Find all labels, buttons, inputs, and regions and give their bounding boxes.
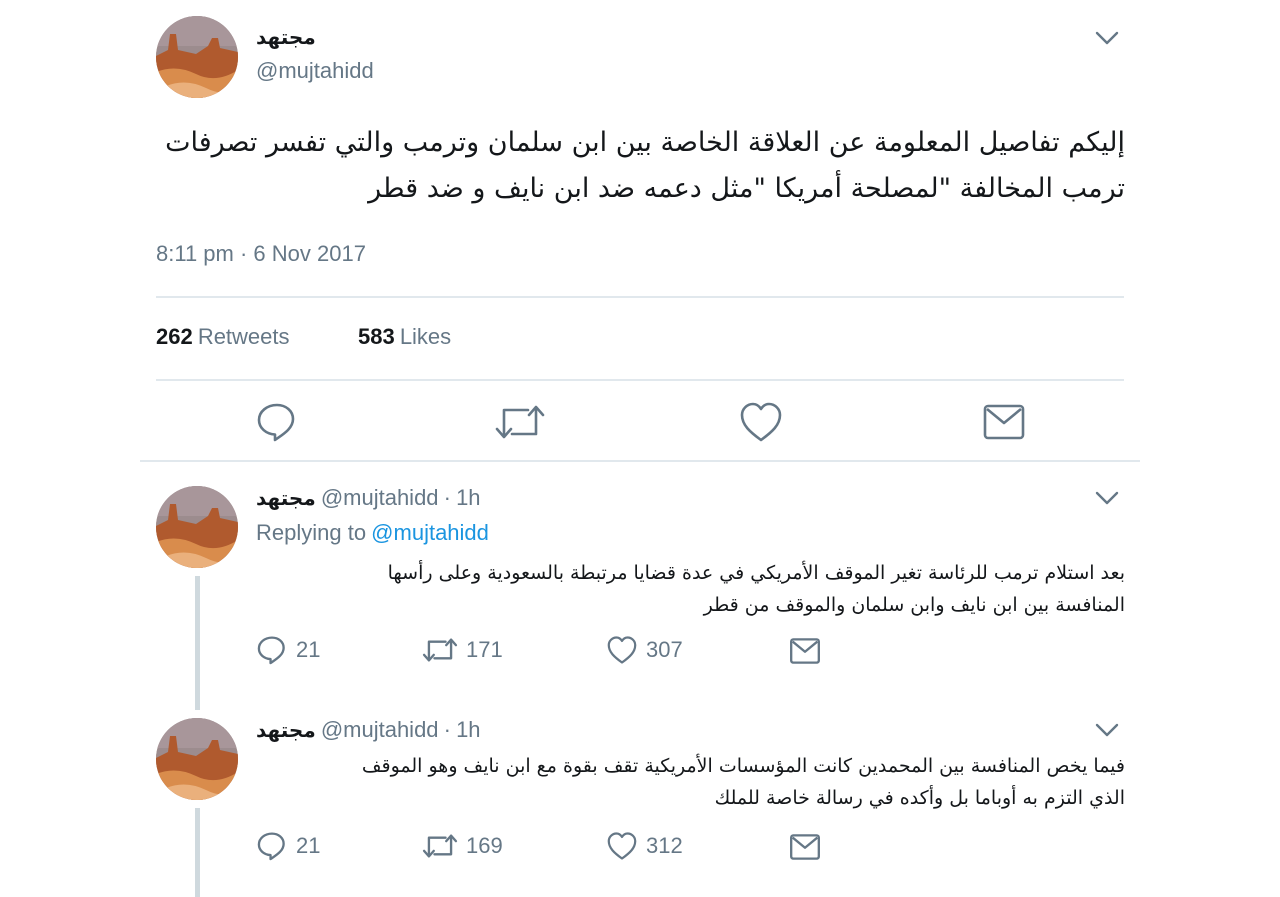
reply-action[interactable]: 21 — [256, 830, 320, 862]
reply-icon — [257, 636, 285, 665]
retweets-count: 262 — [156, 324, 193, 349]
reply-text: بعد استلام ترمب للرئاسة تغير الموقف الأم… — [250, 557, 1125, 621]
retweet-icon — [422, 638, 458, 662]
replying-to: Replying to @mujtahidd — [256, 520, 489, 546]
author-name[interactable]: مجتهد — [256, 718, 316, 742]
retweet-action[interactable]: 169 — [422, 830, 503, 862]
reply-text-line: فيما يخص المنافسة بين المحمدين كانت المؤ… — [361, 755, 1125, 777]
author-handle[interactable]: @mujtahidd — [321, 717, 439, 742]
author-handle[interactable]: @mujtahidd — [321, 485, 439, 510]
like-action[interactable]: 307 — [606, 634, 683, 666]
divider — [140, 460, 1140, 462]
retweet-action[interactable]: 171 — [422, 634, 503, 666]
reply-icon — [257, 832, 285, 861]
reply-count: 21 — [296, 637, 321, 662]
avatar[interactable] — [156, 16, 238, 98]
thread-line — [195, 808, 200, 897]
reply-time[interactable]: 1h — [456, 485, 480, 510]
like-count: 312 — [646, 833, 683, 858]
avatar[interactable] — [156, 718, 238, 800]
retweet-count: 169 — [466, 833, 503, 858]
retweet-icon — [422, 834, 458, 858]
reply-header: مجتهد @mujtahidd · 1h — [256, 717, 481, 743]
reply-count: 21 — [296, 833, 321, 858]
like-icon — [607, 636, 637, 664]
tweet-timestamp[interactable]: 8:11 pm · 6 Nov 2017 — [156, 241, 366, 267]
author-name[interactable]: مجتهد — [256, 25, 316, 49]
replying-to-prefix: Replying to — [256, 520, 367, 545]
reply-icon[interactable] — [255, 400, 299, 444]
replying-to-handle[interactable]: @mujtahidd — [371, 520, 489, 545]
retweets-label: Retweets — [197, 324, 290, 349]
dm-icon[interactable] — [982, 402, 1026, 442]
reply-text-line: بعد استلام ترمب للرئاسة تغير الموقف الأم… — [387, 562, 1125, 584]
reply-time[interactable]: 1h — [456, 717, 480, 742]
separator-dot: · — [443, 485, 451, 510]
divider — [156, 296, 1124, 298]
tweet-text-line: ترمب المخالفة "لمصلحة أمريكا "مثل دعمه ض… — [368, 173, 1125, 204]
like-icon — [607, 832, 637, 860]
reply-text-line: المنافسة بين ابن نايف وابن سلمان والموقف… — [703, 594, 1125, 616]
tweet-text: إليكم تفاصيل المعلومة عن العلاقة الخاصة … — [150, 120, 1125, 212]
separator-dot: · — [443, 717, 451, 742]
dm-icon[interactable] — [789, 832, 821, 862]
chevron-down-icon[interactable] — [1095, 30, 1119, 46]
reply-text: فيما يخص المنافسة بين المحمدين كانت المؤ… — [250, 750, 1125, 814]
likes-count: 583 — [358, 324, 395, 349]
reply-text-line: الذي التزم به أوباما بل وأكده في رسالة خ… — [714, 787, 1125, 809]
reply-action[interactable]: 21 — [256, 634, 320, 666]
thread-line — [195, 576, 200, 710]
likes-label: Likes — [399, 324, 452, 349]
author-handle[interactable]: @mujtahidd — [256, 58, 374, 84]
divider — [156, 379, 1124, 381]
retweet-icon[interactable] — [494, 400, 546, 444]
retweets-stat[interactable]: 262 Retweets — [156, 324, 290, 350]
like-action[interactable]: 312 — [606, 830, 683, 862]
avatar[interactable] — [156, 486, 238, 568]
chevron-down-icon[interactable] — [1095, 490, 1119, 506]
like-count: 307 — [646, 637, 683, 662]
likes-stat[interactable]: 583 Likes — [358, 324, 451, 350]
retweet-count: 171 — [466, 637, 503, 662]
like-icon[interactable] — [738, 400, 784, 444]
reply-header: مجتهد @mujtahidd · 1h — [256, 485, 481, 511]
chevron-down-icon[interactable] — [1095, 722, 1119, 738]
tweet-text-line: إليكم تفاصيل المعلومة عن العلاقة الخاصة … — [165, 127, 1125, 158]
author-name[interactable]: مجتهد — [256, 486, 316, 510]
dm-icon[interactable] — [789, 636, 821, 666]
